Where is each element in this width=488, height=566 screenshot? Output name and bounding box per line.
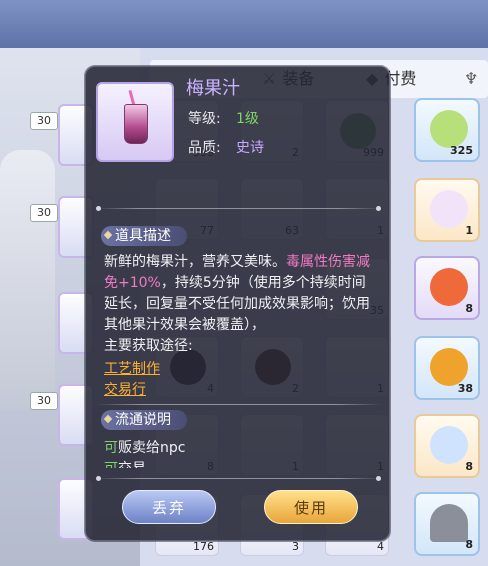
circulation-section-title: 流通说明 — [101, 410, 187, 430]
crystal-icon — [430, 426, 468, 464]
use-button[interactable]: 使用 — [264, 490, 358, 524]
potion-icon — [430, 190, 468, 228]
side-badge: 30 — [30, 112, 58, 130]
item-name: 梅果汁 — [186, 78, 240, 99]
right-item-slot[interactable]: 38 — [414, 336, 480, 400]
divider — [96, 404, 381, 405]
side-badge: 30 — [30, 392, 58, 410]
statue-decoration — [0, 150, 55, 410]
source-link-crafting[interactable]: 工艺制作 — [104, 358, 160, 378]
right-item-slot[interactable]: 8 — [414, 256, 480, 320]
side-badge: 30 — [30, 204, 58, 222]
plum-juice-icon — [124, 104, 148, 144]
trophy-icon: ♆ — [464, 69, 479, 88]
divider-dot — [96, 206, 101, 211]
quality-label: 品质: — [188, 140, 221, 156]
right-item-slot[interactable]: 8 — [414, 492, 480, 556]
sources-label: 主要获取途径: — [104, 338, 193, 354]
item-icon-frame — [96, 82, 174, 162]
divider — [96, 478, 381, 479]
quality-value: 史诗 — [236, 140, 264, 156]
description-section-title: 道具描述 — [101, 226, 187, 246]
source-link-auction[interactable]: 交易行 — [104, 379, 146, 399]
divider — [96, 208, 381, 209]
divider-dot — [376, 206, 381, 211]
tab-more[interactable]: ♆ — [464, 60, 484, 98]
ladle-icon — [430, 504, 468, 542]
right-item-slot[interactable]: 325 — [414, 98, 480, 162]
circulation-line-npc: 可贩卖给npc — [104, 440, 186, 456]
pudding-icon — [430, 348, 468, 386]
orange-juice-icon — [430, 268, 468, 306]
level-label: 等级: — [188, 111, 221, 127]
discard-button[interactable]: 丢弃 — [122, 490, 216, 524]
top-bar-background — [0, 0, 488, 48]
divider-dot — [96, 476, 101, 481]
description-text: 新鲜的梅果汁，营养又美味。 — [104, 254, 286, 270]
circulation-line-trade: 可交易 — [104, 458, 146, 468]
right-item-slot[interactable]: 1 — [414, 178, 480, 242]
item-description: 新鲜的梅果汁，营养又美味。毒属性伤害减免+10%，持续5分钟（使用多个持续时间延… — [104, 252, 374, 357]
divider-dot — [376, 476, 381, 481]
right-item-slot[interactable]: 8 — [414, 414, 480, 478]
level-value: 1级 — [236, 111, 259, 127]
clover-icon — [430, 110, 468, 148]
